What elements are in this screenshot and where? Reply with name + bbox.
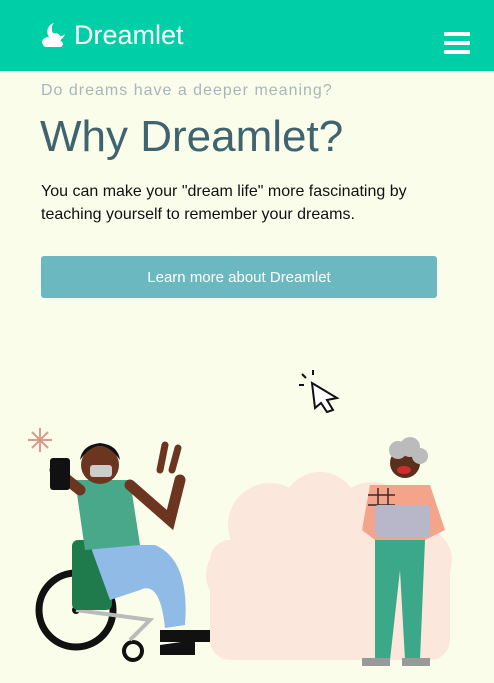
- learn-more-button[interactable]: Learn more about Dreamlet: [41, 256, 437, 298]
- hero-eyebrow: Do dreams have a deeper meaning?: [41, 82, 333, 99]
- brand-name: Dreamlet: [74, 20, 184, 50]
- page-title: Why Dreamlet?: [40, 112, 344, 161]
- hamburger-menu-icon[interactable]: [444, 32, 470, 54]
- moon-cloud-icon: [42, 23, 65, 47]
- hero-lead: You can make your "dream life" more fasc…: [41, 183, 407, 223]
- hero-illustration: [28, 370, 452, 666]
- sparkle-icon: [28, 428, 52, 452]
- cursor-icon: [299, 370, 340, 414]
- brand-link[interactable]: Dreamlet: [40, 18, 184, 52]
- person-wheelchair: [35, 441, 210, 662]
- navbar: Dreamlet: [0, 0, 494, 71]
